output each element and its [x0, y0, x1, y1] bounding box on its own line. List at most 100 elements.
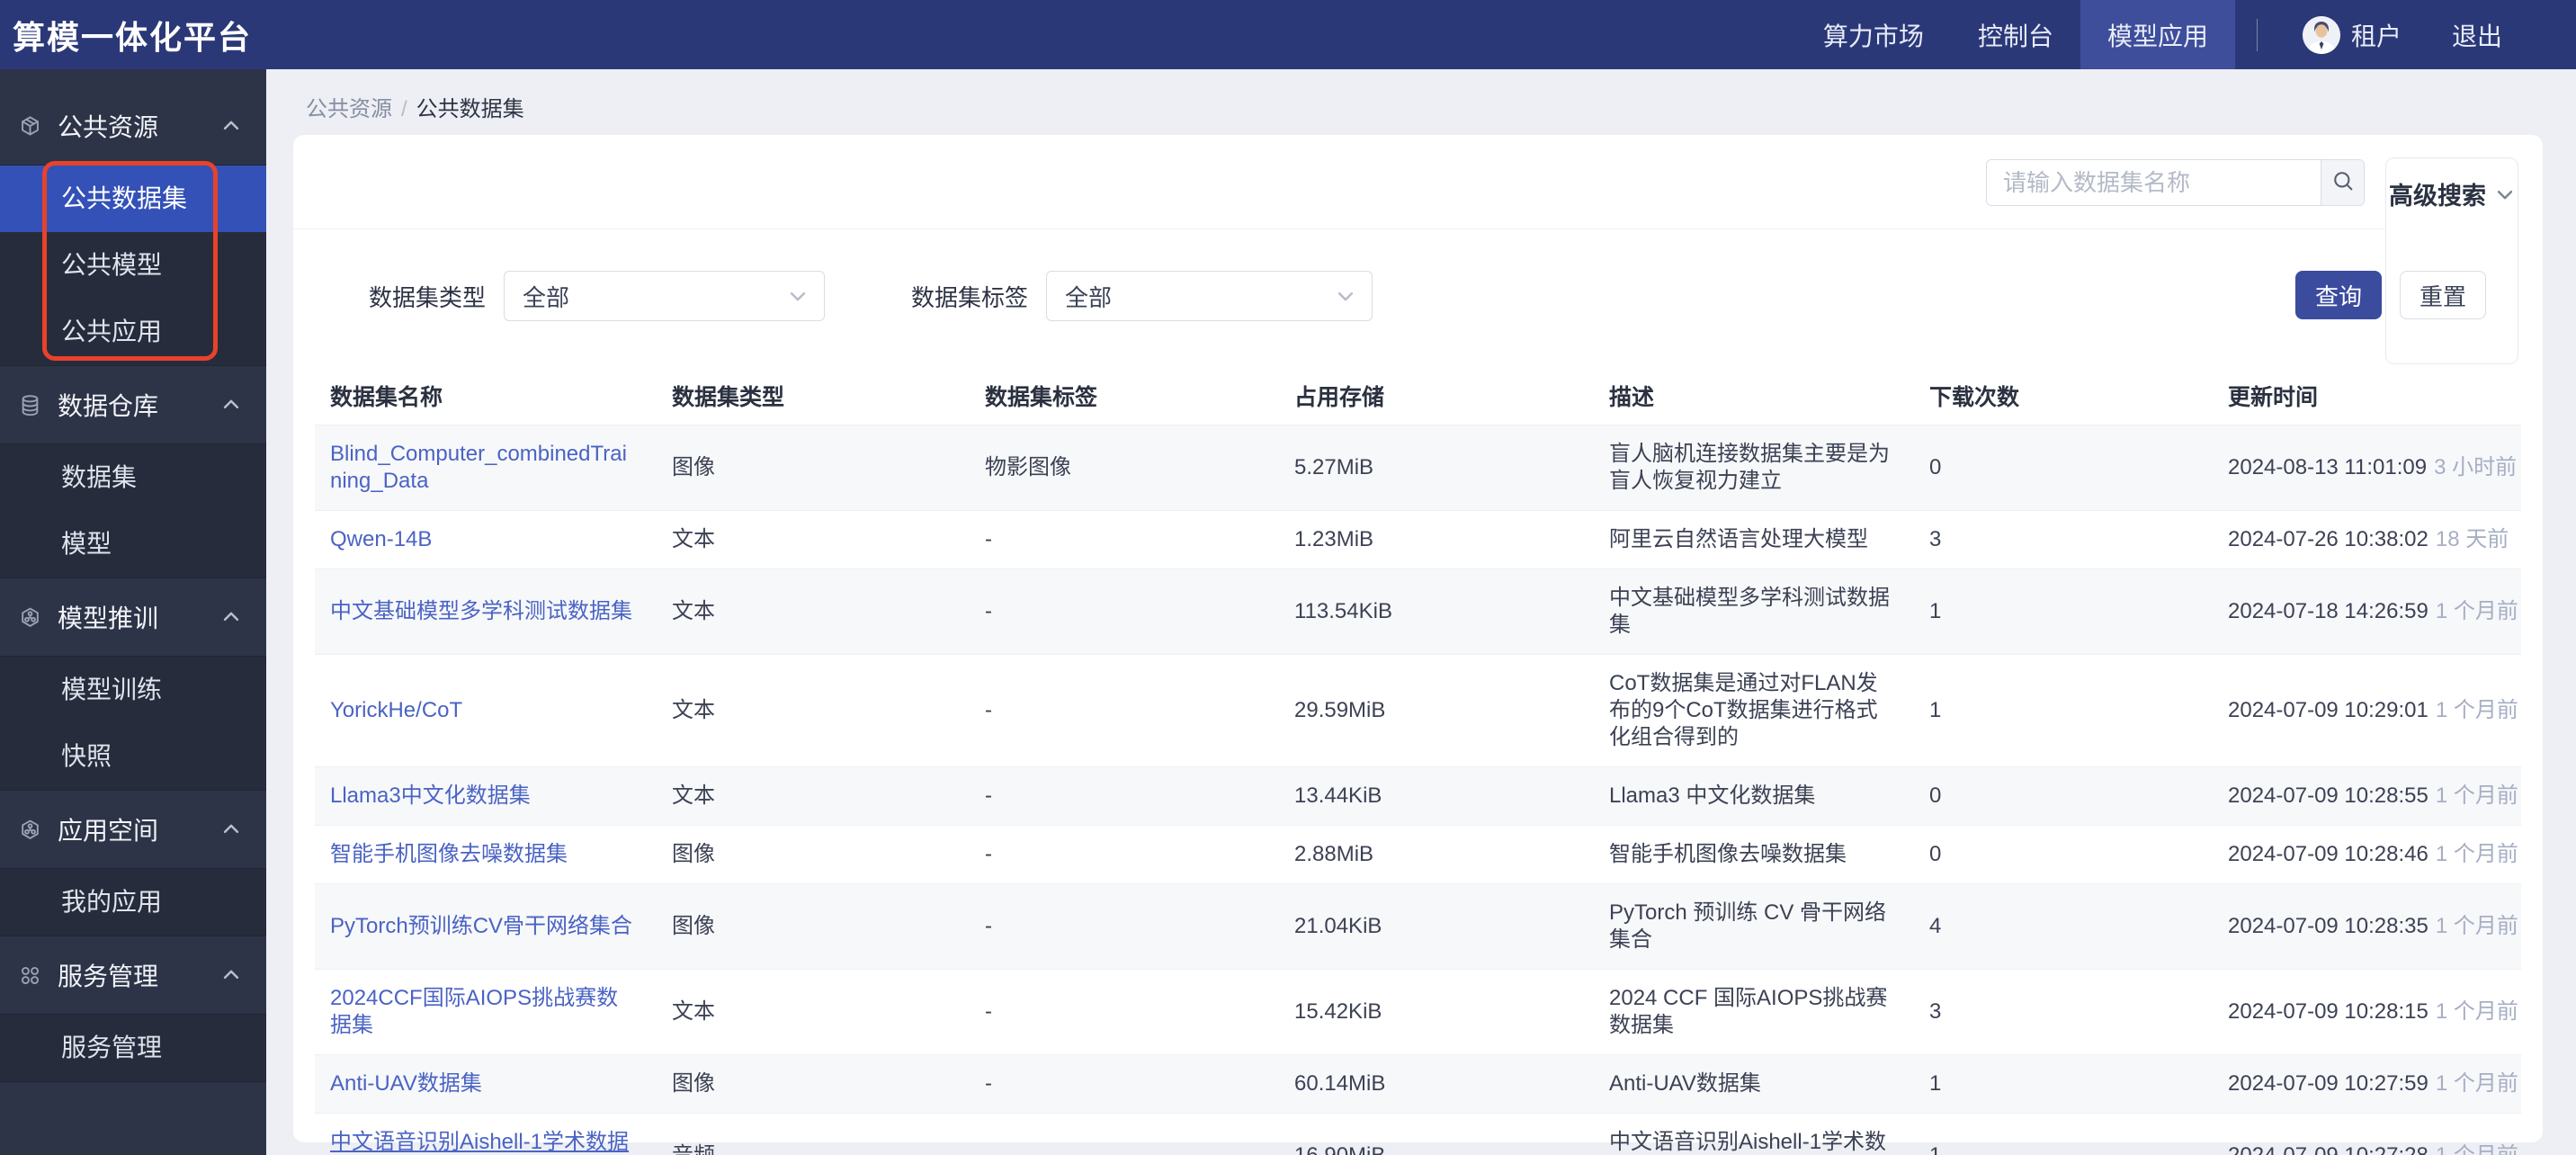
col-header-downloads: 下载次数: [1914, 371, 2213, 425]
cell-dataset-type: 文本: [657, 511, 970, 569]
user-menu[interactable]: 租户: [2279, 0, 2425, 69]
sidebar-subgroup: 公共数据集 公共模型 公共应用: [0, 165, 266, 366]
query-button[interactable]: 查询: [2295, 271, 2382, 319]
sidebar-section-model-training[interactable]: 模型推训: [0, 578, 266, 656]
cell-dataset-tag: -: [970, 569, 1279, 655]
dataset-name-link[interactable]: Anti-UAV数据集: [330, 1071, 482, 1096]
update-time: 2024-07-09 10:28:35: [2228, 914, 2428, 938]
cell-dataset-name: Qwen-14B: [315, 511, 657, 569]
dataset-name-link[interactable]: 中文基础模型多学科测试数据集: [330, 599, 632, 623]
cell-update-time: 2024-07-09 10:28:551 个月前: [2213, 767, 2521, 826]
update-time: 2024-07-09 10:27:28: [2228, 1143, 2428, 1155]
cell-storage: 60.14MiB: [1279, 1055, 1594, 1114]
molecule-icon: [18, 818, 42, 842]
sidebar-section-data-warehouse[interactable]: 数据仓库: [0, 366, 266, 443]
breadcrumb: 公共资源/公共数据集: [306, 91, 2543, 122]
cell-dataset-name: Anti-UAV数据集: [315, 1055, 657, 1114]
sidebar-section-label: 服务管理: [58, 957, 221, 993]
cell-downloads: 1: [1914, 1055, 2213, 1114]
cell-downloads: 0: [1914, 767, 2213, 826]
cell-downloads: 3: [1914, 970, 2213, 1055]
update-time: 2024-08-13 11:01:09: [2228, 455, 2427, 479]
avatar: [2303, 16, 2340, 54]
cell-downloads: 1: [1914, 1114, 2213, 1155]
dataset-name-link[interactable]: PyTorch预训练CV骨干网络集合: [330, 914, 632, 938]
cell-description: 2024 CCF 国际AIOPS挑战赛数据集: [1594, 970, 1914, 1055]
dataset-name-link[interactable]: Blind_Computer_combinedTraining_Data: [330, 442, 627, 493]
cell-downloads: 0: [1914, 826, 2213, 884]
col-header-storage: 占用存储: [1279, 371, 1594, 425]
cell-update-time: 2024-07-18 14:26:591 个月前: [2213, 569, 2521, 655]
cell-storage: 16.90MiB: [1279, 1114, 1594, 1155]
cell-update-time: 2024-08-13 11:01:09 3 小时前: [2213, 425, 2521, 511]
app-title: 算模一体化平台: [13, 12, 252, 58]
cell-dataset-type: 图像: [657, 1055, 970, 1114]
sidebar-item-models[interactable]: 模型: [0, 511, 266, 578]
sidebar-section-app-space[interactable]: 应用空间: [0, 791, 266, 868]
sidebar-item-public-apps[interactable]: 公共应用: [0, 299, 266, 365]
logout-button[interactable]: 退出: [2425, 0, 2529, 69]
sidebar-item-my-apps[interactable]: 我的应用: [0, 869, 266, 936]
sidebar-item-public-models[interactable]: 公共模型: [0, 232, 266, 299]
relative-time: 1 个月前: [2436, 698, 2518, 722]
cell-dataset-type: 图像: [657, 425, 970, 511]
sidebar-item-snapshot[interactable]: 快照: [0, 723, 266, 790]
dataset-name-link[interactable]: 2024CCF国际AIOPS挑战赛数据集: [330, 986, 618, 1037]
dataset-type-select[interactable]: 全部: [504, 271, 825, 321]
relative-time: 1 个月前: [2436, 999, 2518, 1024]
dataset-name-link[interactable]: 智能手机图像去噪数据集: [330, 842, 568, 866]
sidebar-item-datasets[interactable]: 数据集: [0, 444, 266, 511]
dataset-table: 数据集名称 数据集类型 数据集标签 占用存储 描述 下载次数 更新时间 Blin…: [315, 371, 2521, 1155]
cube-icon: [18, 114, 42, 139]
search-icon: [2330, 168, 2356, 198]
nav-item-model-apps[interactable]: 模型应用: [2080, 0, 2235, 69]
chevron-up-icon: [221, 395, 241, 415]
sidebar-section-public-resources[interactable]: 公共资源: [0, 87, 266, 165]
advanced-search-toggle[interactable]: 高级搜索: [2386, 158, 2518, 229]
sidebar-item-model-train[interactable]: 模型训练: [0, 657, 266, 723]
search-input[interactable]: [1987, 160, 2321, 205]
chevron-down-icon: [2495, 184, 2515, 204]
advanced-search-label: 高级搜索: [2389, 176, 2486, 211]
grid-icon: [18, 963, 42, 988]
sidebar-item-public-datasets[interactable]: 公共数据集: [0, 166, 266, 232]
sidebar-subgroup: 我的应用: [0, 868, 266, 936]
cell-dataset-name: Llama3中文化数据集: [315, 767, 657, 826]
dataset-name-link[interactable]: Qwen-14B: [330, 527, 432, 551]
breadcrumb-current: 公共数据集: [416, 97, 524, 121]
filter-row: 数据集类型 全部 数据集标签 全部: [293, 228, 2385, 363]
sidebar-item-service-mgmt[interactable]: 服务管理: [0, 1015, 266, 1081]
table-row: 中文语音识别Aishell-1学术数据集训练集音频-16.90MiB中文语音识别…: [315, 1114, 2521, 1155]
reset-button[interactable]: 重置: [2400, 271, 2486, 319]
dataset-name-link[interactable]: Llama3中文化数据集: [330, 783, 531, 808]
cell-update-time: 2024-07-09 10:27:281 个月前: [2213, 1114, 2521, 1155]
cell-description: Anti-UAV数据集: [1594, 1055, 1914, 1114]
sidebar-subgroup: 模型训练 快照: [0, 656, 266, 791]
dataset-tag-select[interactable]: 全部: [1046, 271, 1373, 321]
dataset-table-body: Blind_Computer_combinedTraining_Data图像物影…: [315, 425, 2521, 1155]
breadcrumb-parent[interactable]: 公共资源: [306, 97, 392, 121]
cell-description: 阿里云自然语言处理大模型: [1594, 511, 1914, 569]
chevron-down-icon: [788, 286, 808, 306]
sidebar-section-label: 应用空间: [58, 811, 221, 847]
cell-dataset-type: 文本: [657, 655, 970, 767]
update-time: 2024-07-09 10:28:55: [2228, 783, 2428, 808]
relative-time: 3 小时前: [2434, 455, 2517, 479]
dataset-name-link[interactable]: YorickHe/CoT: [330, 698, 462, 722]
cell-storage: 1.23MiB: [1279, 511, 1594, 569]
advanced-search-panel: 高级搜索: [2385, 157, 2518, 364]
nav-item-console[interactable]: 控制台: [1951, 0, 2080, 69]
dataset-name-link[interactable]: 中文语音识别Aishell-1学术数据集训练集: [330, 1130, 629, 1155]
cell-storage: 113.54KiB: [1279, 569, 1594, 655]
sidebar-section-label: 公共资源: [58, 108, 221, 144]
sidebar-section-service-mgmt[interactable]: 服务管理: [0, 936, 266, 1014]
search-button[interactable]: [2321, 160, 2364, 205]
main-content: 公共资源/公共数据集 高级搜索: [266, 69, 2576, 1155]
col-header-updated: 更新时间: [2213, 371, 2521, 425]
cell-dataset-name: YorickHe/CoT: [315, 655, 657, 767]
col-header-type: 数据集类型: [657, 371, 970, 425]
update-time: 2024-07-09 10:27:59: [2228, 1071, 2428, 1096]
cell-dataset-tag: -: [970, 767, 1279, 826]
chevron-up-icon: [221, 965, 241, 985]
nav-item-compute-market[interactable]: 算力市场: [1796, 0, 1951, 69]
